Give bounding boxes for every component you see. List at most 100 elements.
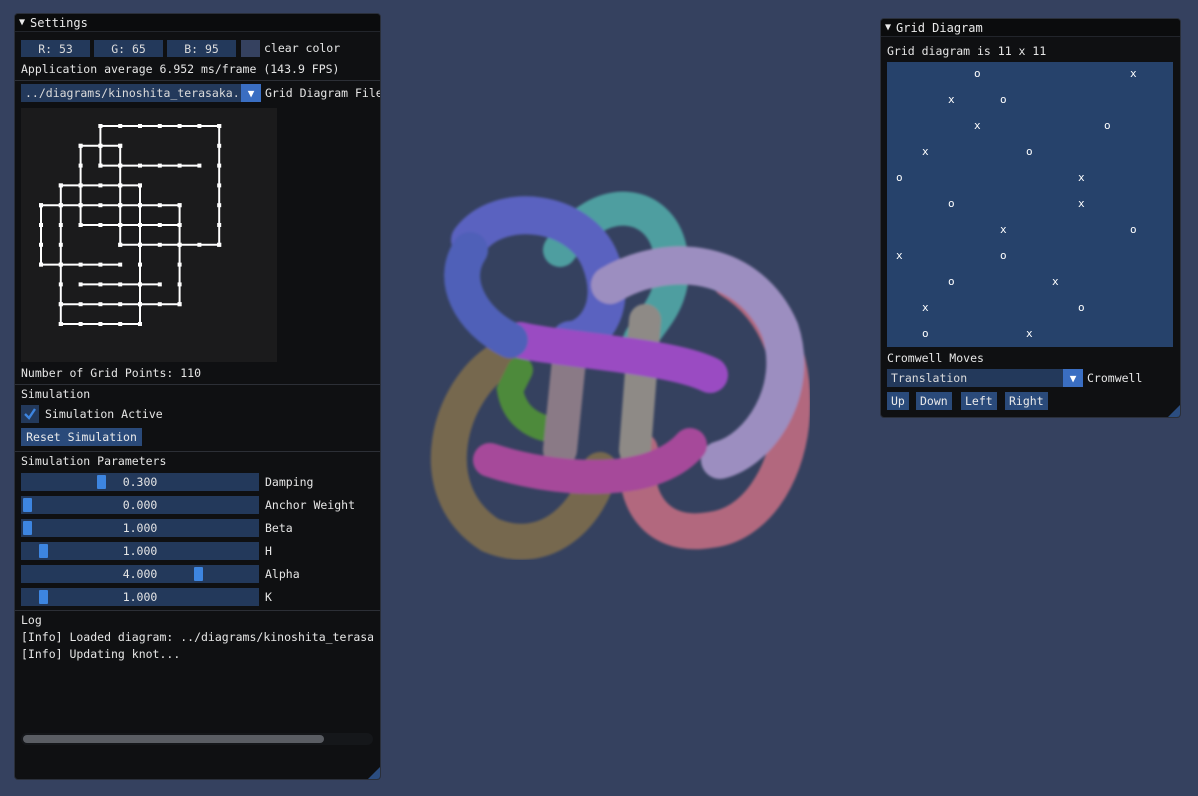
preview-point bbox=[78, 282, 83, 287]
slider-grab[interactable] bbox=[194, 567, 203, 581]
grid-marker-o[interactable]: o bbox=[974, 67, 981, 80]
grid-marker-x[interactable]: x bbox=[922, 301, 929, 314]
move-left-button[interactable]: Left bbox=[961, 392, 997, 410]
grid-marker-x[interactable]: x bbox=[1130, 67, 1137, 80]
chevron-down-icon[interactable]: ▼ bbox=[1063, 369, 1083, 387]
preview-point bbox=[118, 242, 123, 247]
slider-grab[interactable] bbox=[23, 498, 32, 512]
grid-marker-x[interactable]: x bbox=[1052, 275, 1059, 288]
simulation-active-label: Simulation Active bbox=[45, 407, 163, 421]
grid-diagram-titlebar[interactable]: ▼ Grid Diagram bbox=[881, 19, 1180, 37]
cromwell-moves-header: Cromwell Moves bbox=[887, 351, 984, 365]
preview-point bbox=[138, 262, 142, 267]
cromwell-move-combo[interactable]: Translation bbox=[887, 369, 1063, 387]
move-down-button[interactable]: Down bbox=[916, 392, 952, 410]
damping-slider[interactable]: 0.300 bbox=[21, 473, 259, 491]
clear-color-r-field[interactable]: R: 53 bbox=[21, 40, 90, 57]
grid-marker-o[interactable]: o bbox=[1026, 145, 1033, 158]
grid-marker-o[interactable]: o bbox=[1130, 223, 1137, 236]
resize-grip-icon[interactable] bbox=[368, 767, 380, 779]
grid-marker-x[interactable]: x bbox=[1000, 223, 1007, 236]
preview-point bbox=[217, 124, 222, 128]
grid-marker-o[interactable]: o bbox=[1104, 119, 1111, 132]
grid-marker-x[interactable]: x bbox=[922, 145, 929, 158]
h-value: 1.000 bbox=[122, 544, 158, 558]
preview-point bbox=[157, 124, 162, 128]
preview-point bbox=[138, 322, 142, 326]
slider-grab[interactable] bbox=[38, 590, 48, 604]
preview-point bbox=[177, 124, 182, 128]
clear-color-swatch[interactable] bbox=[241, 40, 260, 57]
divider bbox=[15, 384, 380, 385]
preview-point bbox=[39, 223, 43, 227]
preview-point bbox=[138, 302, 142, 307]
preview-point bbox=[118, 203, 123, 208]
preview-point bbox=[157, 242, 162, 247]
beta-slider[interactable]: 1.000 bbox=[21, 519, 259, 537]
reset-simulation-button[interactable]: Reset Simulation bbox=[21, 428, 142, 446]
h-slider[interactable]: 1.000 bbox=[21, 542, 259, 560]
grid-marker-x[interactable]: x bbox=[974, 119, 981, 132]
log-scrollbar[interactable] bbox=[21, 733, 373, 745]
cromwell-combo-label: Cromwell bbox=[1087, 371, 1143, 385]
clear-color-g-field[interactable]: G: 65 bbox=[94, 40, 163, 57]
slider-grab[interactable] bbox=[23, 521, 32, 535]
collapse-arrow-icon[interactable]: ▼ bbox=[885, 22, 891, 33]
preview-point bbox=[78, 203, 83, 208]
preview-point bbox=[58, 262, 63, 267]
settings-titlebar[interactable]: ▼ Settings bbox=[15, 14, 380, 32]
move-right-button[interactable]: Right bbox=[1005, 392, 1048, 410]
preview-point bbox=[177, 203, 182, 208]
grid-marker-o[interactable]: o bbox=[896, 171, 903, 184]
grid-marker-o[interactable]: o bbox=[948, 275, 955, 288]
grid-marker-o[interactable]: o bbox=[1000, 93, 1007, 106]
preview-point bbox=[58, 183, 63, 188]
simulation-active-checkbox[interactable] bbox=[21, 405, 39, 423]
preview-point bbox=[118, 223, 123, 227]
preview-point bbox=[78, 223, 83, 227]
k-label: K bbox=[265, 590, 272, 604]
settings-window: ▼ Settings R: 53 G: 65 B: 95 clear color… bbox=[14, 13, 381, 780]
anchor-weight-value: 0.000 bbox=[122, 498, 158, 512]
settings-title: Settings bbox=[30, 15, 88, 30]
grid-marker-x[interactable]: x bbox=[1026, 327, 1033, 340]
knot-tube bbox=[444, 232, 528, 358]
grid-diagram-editor[interactable]: oxxoxoxooxoxxoxooxxoox bbox=[887, 62, 1173, 347]
preview-point bbox=[78, 302, 83, 307]
grid-marker-o[interactable]: o bbox=[1000, 249, 1007, 262]
preview-point bbox=[58, 223, 63, 227]
grid-marker-o[interactable]: o bbox=[948, 197, 955, 210]
preview-point bbox=[217, 223, 222, 227]
grid-marker-x[interactable]: x bbox=[1078, 171, 1085, 184]
grid-marker-x[interactable]: x bbox=[948, 93, 955, 106]
preview-point bbox=[118, 282, 123, 287]
resize-grip-icon[interactable] bbox=[1168, 405, 1180, 417]
chevron-down-icon[interactable]: ▼ bbox=[241, 84, 261, 102]
preview-point bbox=[157, 223, 162, 227]
k-slider[interactable]: 1.000 bbox=[21, 588, 259, 606]
move-up-button[interactable]: Up bbox=[887, 392, 909, 410]
log-scrollbar-thumb[interactable] bbox=[23, 735, 324, 743]
alpha-label: Alpha bbox=[265, 567, 300, 581]
preview-point bbox=[118, 262, 123, 267]
preview-point bbox=[177, 262, 182, 267]
preview-point bbox=[118, 183, 123, 188]
grid-marker-x[interactable]: x bbox=[1078, 197, 1085, 210]
preview-point bbox=[98, 223, 103, 227]
knot-render-view[interactable] bbox=[410, 190, 810, 560]
grid-marker-o[interactable]: o bbox=[922, 327, 929, 340]
diagram-file-combo[interactable]: ../diagrams/kinoshita_terasaka. bbox=[21, 84, 241, 102]
preview-point bbox=[58, 302, 63, 307]
slider-grab[interactable] bbox=[38, 544, 48, 558]
knot-tube bbox=[473, 428, 707, 494]
slider-grab[interactable] bbox=[97, 475, 107, 489]
grid-marker-x[interactable]: x bbox=[896, 249, 903, 262]
preview-point bbox=[157, 302, 162, 307]
h-label: H bbox=[265, 544, 272, 558]
alpha-slider[interactable]: 4.000 bbox=[21, 565, 259, 583]
collapse-arrow-icon[interactable]: ▼ bbox=[19, 17, 25, 28]
grid-marker-o[interactable]: o bbox=[1078, 301, 1085, 314]
anchor-weight-slider[interactable]: 0.000 bbox=[21, 496, 259, 514]
preview-point bbox=[138, 223, 142, 227]
clear-color-b-field[interactable]: B: 95 bbox=[167, 40, 236, 57]
